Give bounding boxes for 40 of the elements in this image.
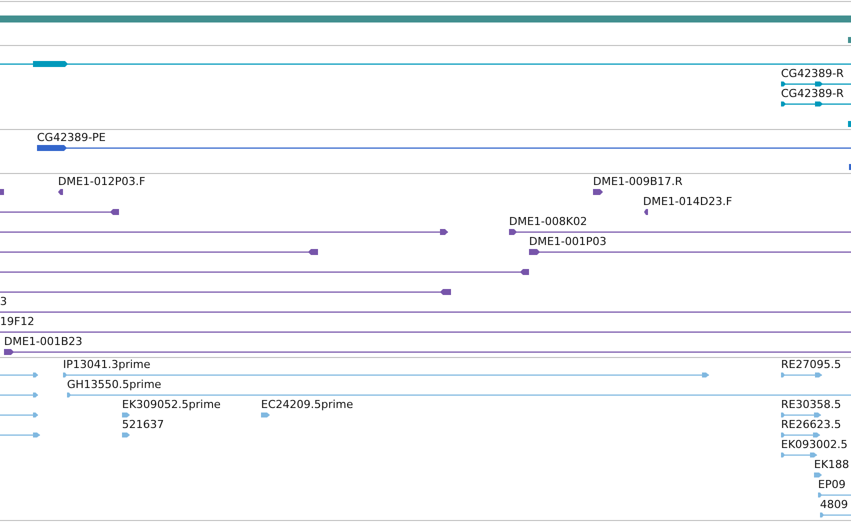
feature-glyph[interactable] xyxy=(0,209,119,215)
feature-label: DME1-012P03.F xyxy=(58,175,146,188)
feature-label: EK309052.5prime xyxy=(122,398,221,411)
feature-label: RE30358.5 xyxy=(781,398,842,411)
feature-glyph[interactable] xyxy=(0,249,318,255)
feature-glyph[interactable] xyxy=(593,189,603,195)
feature-label: EK093002.5 xyxy=(781,438,848,451)
feature-label: 4809 xyxy=(820,498,848,511)
feature-label: CG42389-R xyxy=(781,67,844,80)
feature-glyph[interactable] xyxy=(509,229,851,235)
feature-glyph[interactable] xyxy=(781,82,851,86)
feature-label: 19F12 xyxy=(0,315,34,328)
feature-glyph[interactable] xyxy=(0,269,529,275)
feature-glyph[interactable] xyxy=(0,289,451,295)
feature-label: 521637 xyxy=(122,418,164,431)
feature-glyph[interactable] xyxy=(58,189,63,195)
feature-label: DME1-008K02 xyxy=(509,215,588,228)
feature-label: DME1-001P03 xyxy=(529,235,607,248)
feature-label: DME1-014D23.F xyxy=(643,195,732,208)
feature-glyph[interactable] xyxy=(4,349,851,355)
feature-glyph[interactable] xyxy=(0,61,851,67)
feature-label: DME1-001B23 xyxy=(4,335,82,348)
feature-glyph[interactable] xyxy=(644,209,648,215)
feature-glyph[interactable] xyxy=(37,145,851,151)
feature-label: CG42389-R xyxy=(781,87,844,100)
feature-glyph[interactable] xyxy=(0,229,448,235)
feature-label: CG42389-PE xyxy=(37,131,106,144)
feature-label: IP13041.3prime xyxy=(63,358,150,371)
feature-label: RE26623.5 xyxy=(781,418,842,431)
feature-label: EC24209.5prime xyxy=(261,398,354,411)
feature-label: EP09 xyxy=(818,478,846,491)
feature-glyph[interactable] xyxy=(529,249,851,255)
feature-label: EK188 xyxy=(814,458,850,471)
feature-line[interactable] xyxy=(0,312,851,313)
feature-line[interactable] xyxy=(0,332,851,333)
feature-label: GH13550.5prime xyxy=(67,378,162,391)
feature-glyph[interactable] xyxy=(781,102,851,106)
feature-label: DME1-009B17.R xyxy=(593,175,683,188)
feature-label: RE27095.5 xyxy=(781,358,842,371)
feature-label: 3 xyxy=(0,295,7,308)
